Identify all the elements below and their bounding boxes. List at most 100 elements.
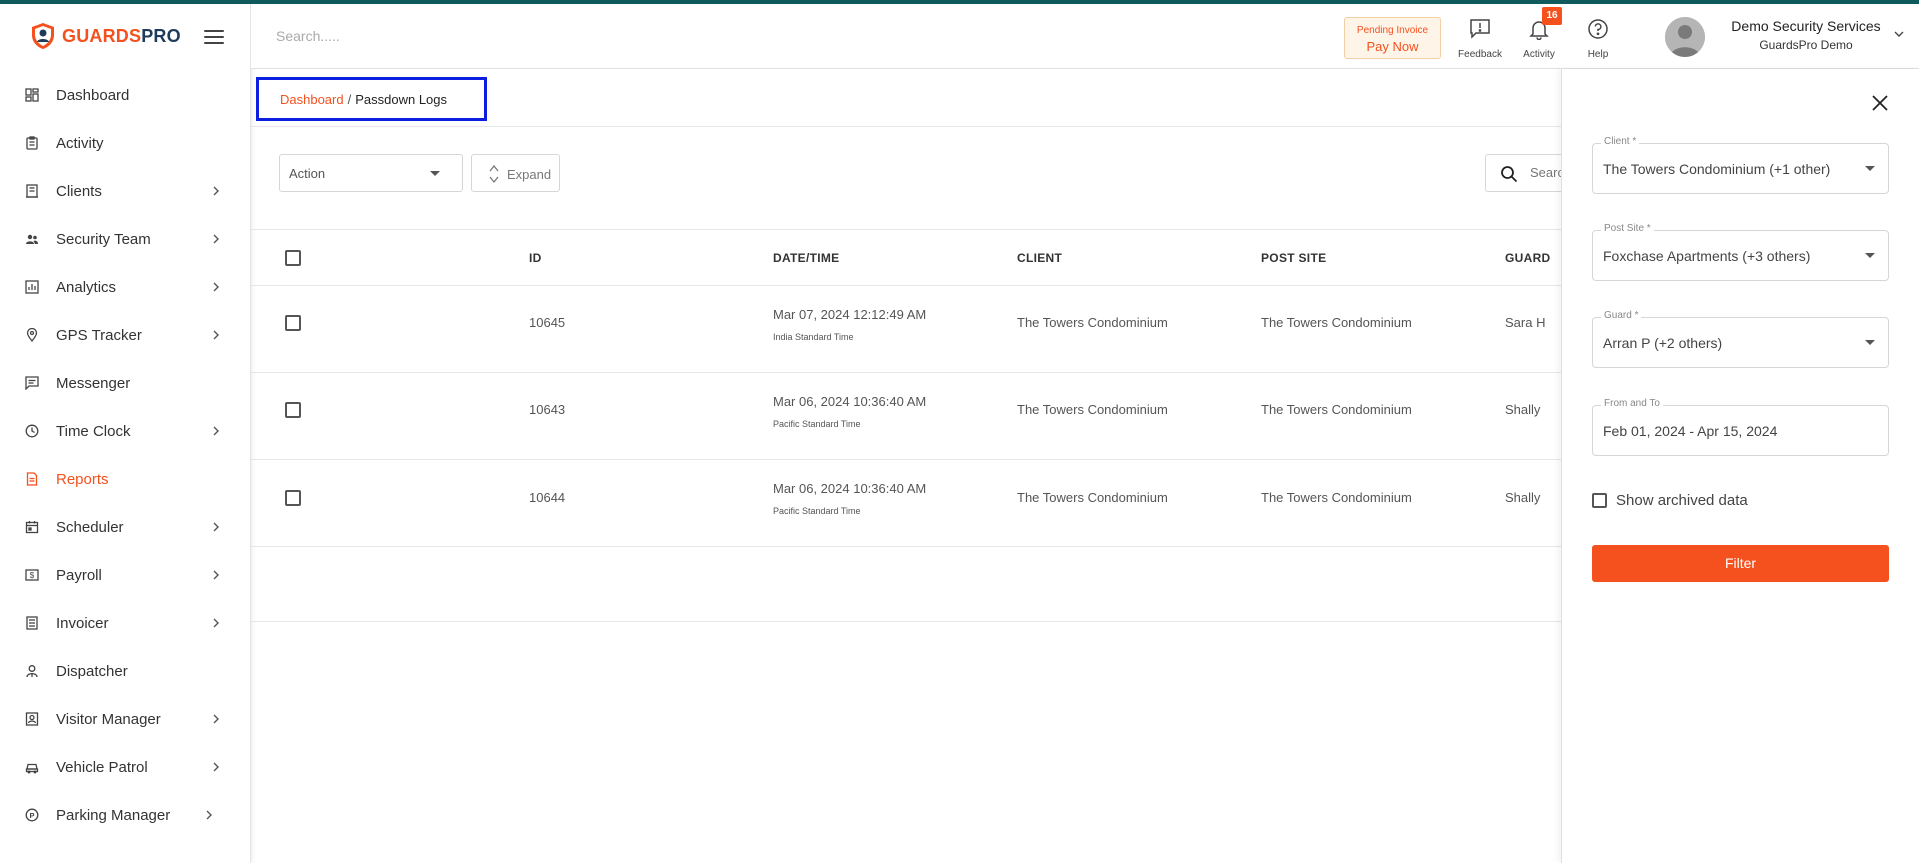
select-all-checkbox[interactable] — [285, 250, 301, 266]
dispatcher-icon — [25, 664, 39, 678]
global-search-input[interactable] — [276, 24, 576, 48]
cell-post-site: The Towers Condominium — [1261, 402, 1412, 417]
breadcrumb-dashboard-link[interactable]: Dashboard — [280, 92, 344, 107]
user-organization: GuardsPro Demo — [1759, 38, 1853, 52]
clipboard-icon — [25, 136, 39, 150]
caret-down-icon — [1865, 166, 1875, 171]
sidebar-item-label: Payroll — [56, 566, 102, 584]
post-site-select-value: Foxchase Apartments (+3 others) — [1603, 248, 1811, 264]
chevron-right-icon — [213, 762, 219, 772]
avatar[interactable] — [1665, 17, 1705, 57]
column-header-datetime[interactable]: DATE/TIME — [773, 251, 839, 265]
cell-client: The Towers Condominium — [1017, 490, 1168, 505]
user-name[interactable]: Demo Security Services — [1721, 18, 1891, 34]
sidebar-item-payroll[interactable]: $ Payroll — [0, 551, 250, 599]
chevron-down-icon[interactable] — [1894, 30, 1904, 38]
checkbox-box[interactable] — [1592, 493, 1607, 508]
sidebar-item-label: Visitor Manager — [56, 710, 161, 728]
chevron-right-icon — [213, 330, 219, 340]
sidebar-item-dispatcher[interactable]: Dispatcher — [0, 647, 250, 695]
action-dropdown[interactable]: Action — [279, 154, 463, 192]
column-header-guard[interactable]: GUARD — [1505, 251, 1551, 265]
table-search[interactable] — [1485, 154, 1565, 192]
clock-icon — [25, 424, 39, 438]
guard-select[interactable]: Guard * Arran P (+2 others) — [1592, 310, 1889, 368]
column-header-post-site[interactable]: POST SITE — [1261, 251, 1326, 265]
logo-text-guards: GUARDS — [62, 25, 142, 46]
chevron-right-icon — [213, 618, 219, 628]
table-search-input[interactable] — [1530, 165, 1565, 180]
sidebar-item-messenger[interactable]: Messenger — [0, 359, 250, 407]
help-button[interactable]: Help — [1568, 18, 1628, 60]
client-select-value: The Towers Condominium (+1 other) — [1603, 161, 1831, 177]
client-select[interactable]: Client * The Towers Condominium (+1 othe… — [1592, 136, 1889, 194]
cell-id: 10644 — [529, 490, 566, 505]
chevron-right-icon — [213, 282, 219, 292]
column-header-client[interactable]: CLIENT — [1017, 251, 1062, 265]
menu-toggle-icon[interactable] — [204, 30, 224, 44]
row-checkbox[interactable] — [285, 402, 301, 418]
cell-guard: Sara H — [1505, 315, 1546, 330]
feedback-icon — [1470, 19, 1490, 39]
sidebar-item-label: GPS Tracker — [56, 326, 142, 344]
sidebar-item-label: Parking Manager — [56, 806, 171, 824]
feedback-label: Feedback — [1458, 49, 1502, 60]
sidebar-item-scheduler[interactable]: Scheduler — [0, 503, 250, 551]
close-icon[interactable] — [1870, 93, 1890, 113]
pending-invoice-label: Pending Invoice — [1356, 25, 1429, 36]
car-icon — [25, 760, 39, 774]
sidebar-item-gps-tracker[interactable]: GPS Tracker — [0, 311, 250, 359]
table-row[interactable]: 10643 Mar 06, 2024 10:36:40 AM Pacific S… — [251, 373, 1561, 460]
table-row[interactable]: 10645 Mar 07, 2024 12:12:49 AM India Sta… — [251, 286, 1561, 373]
sidebar-item-invoicer[interactable]: Invoicer — [0, 599, 250, 647]
guard-select-label: Guard * — [1601, 310, 1642, 321]
date-range-value: Feb 01, 2024 - Apr 15, 2024 — [1603, 423, 1778, 439]
sidebar-item-label: Clients — [56, 182, 102, 200]
sidebar-item-reports[interactable]: Reports — [0, 455, 250, 503]
passdown-logs-table: ID DATE/TIME CLIENT POST SITE GUARD 1064… — [251, 229, 1561, 622]
table-row[interactable]: 10644 Mar 06, 2024 10:36:40 AM Pacific S… — [251, 460, 1561, 547]
sidebar-item-activity[interactable]: Activity — [0, 119, 250, 167]
date-range-field[interactable]: From and To Feb 01, 2024 - Apr 15, 2024 — [1592, 398, 1889, 456]
caret-down-icon — [1865, 340, 1875, 345]
caret-down-icon — [1865, 253, 1875, 258]
cell-datetime: Mar 06, 2024 10:36:40 AM — [773, 394, 927, 409]
expand-label: Expand — [507, 167, 552, 182]
sidebar-item-label: Messenger — [56, 374, 131, 392]
expand-button[interactable]: Expand — [471, 154, 560, 192]
pay-now-label: Pay Now — [1366, 39, 1419, 54]
sidebar-item-time-clock[interactable]: Time Clock — [0, 407, 250, 455]
row-checkbox[interactable] — [285, 315, 301, 331]
activity-button[interactable]: 16 Activity — [1509, 7, 1569, 60]
filter-button[interactable]: Filter — [1592, 545, 1889, 582]
sidebar-item-label: Time Clock — [56, 422, 131, 440]
pay-invoice-button[interactable]: Pending Invoice Pay Now — [1344, 17, 1441, 59]
table-header: ID DATE/TIME CLIENT POST SITE GUARD — [251, 229, 1561, 286]
report-icon — [25, 472, 39, 486]
calendar-icon — [25, 520, 39, 534]
sidebar-item-label: Reports — [56, 470, 109, 488]
show-archived-checkbox[interactable]: Show archived data — [1592, 492, 1748, 509]
message-icon — [25, 376, 39, 390]
sidebar-item-visitor-manager[interactable]: Visitor Manager — [0, 695, 250, 743]
invoice-icon — [25, 616, 39, 630]
sidebar-item-dashboard[interactable]: Dashboard — [0, 71, 250, 119]
help-icon — [1588, 19, 1608, 39]
sidebar-item-clients[interactable]: Clients — [0, 167, 250, 215]
post-site-select[interactable]: Post Site * Foxchase Apartments (+3 othe… — [1592, 223, 1889, 281]
action-dropdown-label: Action — [289, 166, 326, 181]
sidebar-item-vehicle-patrol[interactable]: Vehicle Patrol — [0, 743, 250, 791]
row-checkbox[interactable] — [285, 490, 301, 506]
logo[interactable]: GUARDSPRO — [30, 22, 181, 50]
feedback-button[interactable]: Feedback — [1450, 18, 1510, 60]
location-pin-icon — [25, 328, 39, 342]
sidebar-item-analytics[interactable]: Analytics — [0, 263, 250, 311]
sidebar-item-security-team[interactable]: Security Team — [0, 215, 250, 263]
shield-logo-icon — [32, 23, 54, 49]
column-header-id[interactable]: ID — [529, 251, 542, 265]
table-footer — [251, 547, 1561, 622]
sidebar-item-label: Analytics — [56, 278, 117, 296]
expand-icon — [489, 164, 499, 184]
client-select-label: Client * — [1601, 136, 1640, 147]
sidebar-item-parking-manager[interactable]: P Parking Manager — [0, 791, 250, 839]
